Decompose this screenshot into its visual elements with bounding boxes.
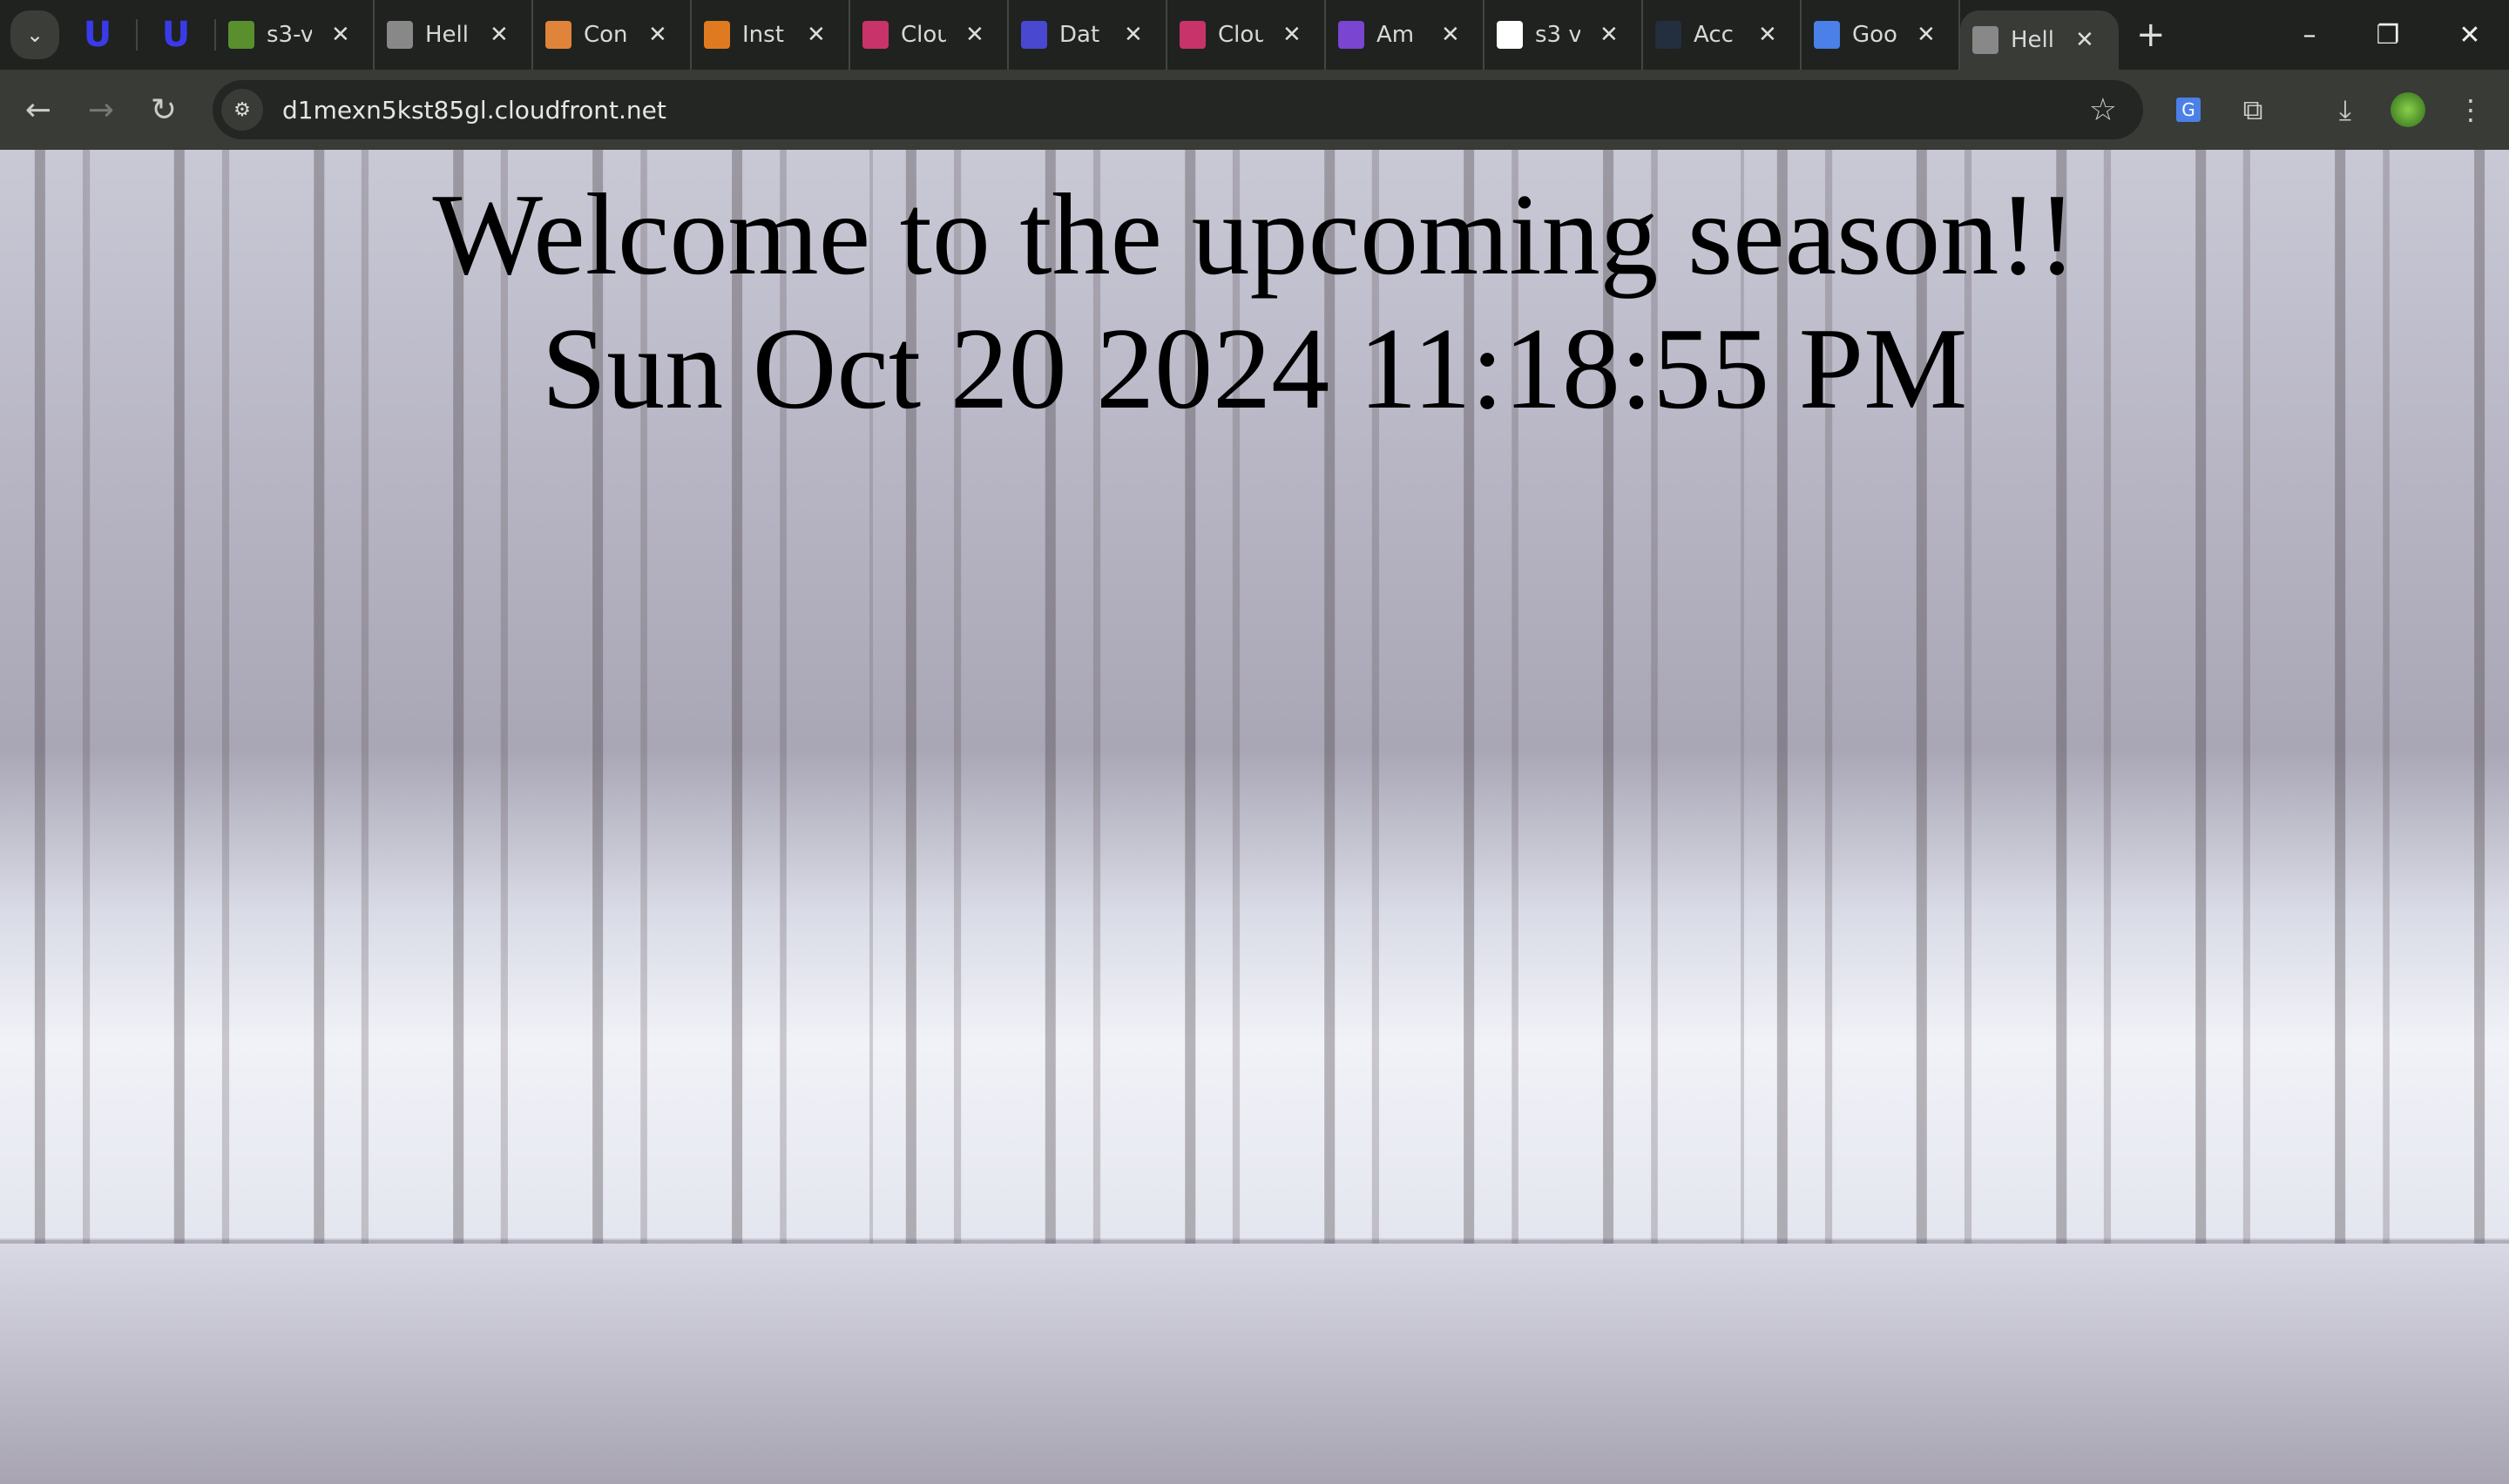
tab-close-icon[interactable]: ✕ <box>1282 22 1302 48</box>
tab-close-icon[interactable]: ✕ <box>1758 22 1777 48</box>
udacity-icon: U <box>161 15 191 55</box>
close-window-button[interactable]: ✕ <box>2431 0 2509 70</box>
pinned-tab[interactable]: U <box>138 15 216 55</box>
profile-avatar[interactable] <box>2382 70 2434 150</box>
page-content: Welcome to the upcoming season!! Sun Oct… <box>0 150 2509 1484</box>
tab[interactable]: Hell ✕ <box>1960 10 2119 70</box>
tab[interactable]: Con ✕ <box>533 0 692 70</box>
tab[interactable]: s3-v ✕ <box>216 0 375 70</box>
tab-title: Con <box>584 22 628 48</box>
tab-title: Hell <box>2011 27 2054 53</box>
bookmark-star-icon[interactable]: ☆ <box>2089 92 2117 128</box>
globe-icon <box>387 21 413 49</box>
globe-icon <box>1972 26 1998 54</box>
tab-title: s3-v <box>267 22 312 48</box>
tab-title: Clou <box>901 22 946 48</box>
google-translate-icon <box>1814 21 1840 49</box>
tab[interactable]: Dat ✕ <box>1009 0 1167 70</box>
aws-icon <box>1655 21 1681 49</box>
datetime-text: Sun Oct 20 2024 11:18:55 PM <box>541 304 1968 433</box>
tab-close-icon[interactable]: ✕ <box>490 22 509 48</box>
tab[interactable]: Inst ✕ <box>692 0 850 70</box>
tab-title: Hell <box>425 22 469 48</box>
tab-close-icon[interactable]: ✕ <box>1599 22 1619 48</box>
tab-title: Inst <box>742 22 784 48</box>
tab[interactable]: Am ✕ <box>1326 0 1484 70</box>
tab[interactable]: Hell ✕ <box>375 0 533 70</box>
datasync-icon <box>1021 21 1047 49</box>
tab-close-icon[interactable]: ✕ <box>648 22 667 48</box>
welcome-heading: Welcome to the upcoming season!! <box>432 170 2077 299</box>
amazon-service-icon <box>1338 21 1364 49</box>
tab-search-button[interactable]: ⌄ <box>10 10 59 59</box>
menu-icon[interactable]: ⋮ <box>2445 70 2497 150</box>
google-translate-icon[interactable]: G <box>2162 70 2215 150</box>
tab-close-icon[interactable]: ✕ <box>1124 22 1143 48</box>
tab[interactable]: Clou ✕ <box>850 0 1009 70</box>
forward-button[interactable]: → <box>70 92 132 128</box>
cloudfront-icon <box>1180 21 1206 49</box>
pinned-tab[interactable]: U <box>59 15 138 55</box>
google-icon <box>1497 21 1523 49</box>
address-bar[interactable]: ⚙ d1mexn5kst85gl.cloudfront.net ☆ <box>213 80 2143 139</box>
tab[interactable]: Clou ✕ <box>1167 0 1326 70</box>
tab-title: Goo <box>1852 22 1897 48</box>
cloudwatch-icon <box>862 21 889 49</box>
tab-title: Clou <box>1218 22 1263 48</box>
new-tab-button[interactable]: + <box>2136 15 2166 55</box>
tab-close-icon[interactable]: ✕ <box>1917 22 1936 48</box>
tab[interactable]: Goo ✕ <box>1802 0 1960 70</box>
tab-strip: ⌄ U U s3-v ✕ Hell ✕ Con ✕ Inst ✕ Clou ✕ Dat ✕ Clou ✕ A… <box>0 0 2509 70</box>
tab[interactable]: s3 v ✕ <box>1484 0 1643 70</box>
aws-box-icon <box>545 21 571 49</box>
tab-close-icon[interactable]: ✕ <box>807 22 826 48</box>
udacity-icon: U <box>83 15 112 55</box>
tab[interactable]: Acc ✕ <box>1643 0 1802 70</box>
background-lower-tile <box>0 1244 2509 1484</box>
ec2-icon <box>704 21 730 49</box>
extensions-icon[interactable]: ⧉ <box>2227 70 2279 150</box>
tab-close-icon[interactable]: ✕ <box>2075 27 2094 53</box>
url-text[interactable]: d1mexn5kst85gl.cloudfront.net <box>282 96 666 125</box>
tab-title: Am <box>1376 22 1415 48</box>
tab-close-icon[interactable]: ✕ <box>965 22 984 48</box>
tab-title: Acc <box>1694 22 1734 48</box>
toolbar: ← → ↻ ⚙ d1mexn5kst85gl.cloudfront.net ☆ … <box>0 70 2509 150</box>
restore-button[interactable]: ❐ <box>2349 0 2427 70</box>
tab-close-icon[interactable]: ✕ <box>1441 22 1460 48</box>
tab-close-icon[interactable]: ✕ <box>331 22 350 48</box>
minimize-button[interactable]: – <box>2270 0 2349 70</box>
site-info-icon[interactable]: ⚙ <box>221 89 263 131</box>
reload-button[interactable]: ↻ <box>132 92 195 128</box>
s3-bucket-icon <box>228 21 254 49</box>
tab-title: Dat <box>1059 22 1100 48</box>
tab-title: s3 v <box>1535 22 1580 48</box>
back-button[interactable]: ← <box>7 92 70 128</box>
download-icon[interactable]: ⤓ <box>2319 70 2371 150</box>
